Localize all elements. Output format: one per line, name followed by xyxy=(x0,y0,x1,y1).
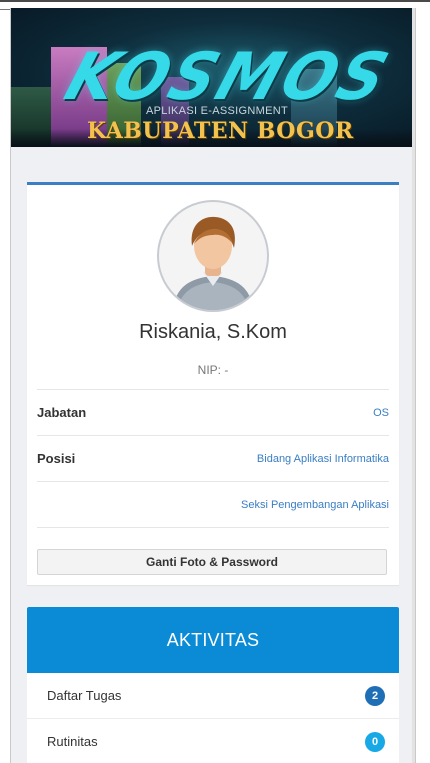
divider xyxy=(37,527,389,528)
header-banner: KOSMOS APLIKASI E-ASSIGNMENT KABUPATEN B… xyxy=(11,8,415,147)
activity-title: AKTIVITAS xyxy=(166,629,260,650)
user-name: Riskania, S.Kom xyxy=(139,321,287,343)
user-nip: NIP: - xyxy=(197,363,229,377)
activity-header: AKTIVITAS xyxy=(27,607,399,673)
field-label: Posisi xyxy=(37,451,76,466)
count-badge: 0 xyxy=(365,731,385,752)
avatar-person-icon xyxy=(173,216,253,310)
activity-item-label: Rutinitas xyxy=(47,734,98,749)
activity-item-rutinitas[interactable]: Rutinitas 0 xyxy=(27,719,399,763)
region-title: KABUPATEN BOGOR xyxy=(87,118,354,144)
activity-item-label: Daftar Tugas xyxy=(47,688,122,703)
app-logo: KOSMOS xyxy=(56,38,400,115)
change-photo-password-button[interactable]: Ganti Foto & Password xyxy=(37,549,387,575)
window-corner xyxy=(0,2,10,10)
field-value-link[interactable]: Bidang Aplikasi Informatika xyxy=(257,453,389,465)
app-frame: KOSMOS APLIKASI E-ASSIGNMENT KABUPATEN B… xyxy=(10,8,416,763)
scrollbar[interactable] xyxy=(412,8,415,763)
activity-panel: AKTIVITAS Daftar Tugas 2 Rutinitas 0 xyxy=(27,607,399,763)
window-top-border xyxy=(0,0,430,2)
activity-item-daftar-tugas[interactable]: Daftar Tugas 2 xyxy=(27,673,399,719)
field-value-link[interactable]: OS xyxy=(373,407,389,419)
profile-row-seksi: Seksi Pengembangan Aplikasi xyxy=(37,481,389,527)
profile-row-jabatan: Jabatan OS xyxy=(37,389,389,435)
profile-card: Riskania, S.Kom NIP: - Jabatan OS Posisi… xyxy=(27,182,399,585)
app-subtitle: APLIKASI E-ASSIGNMENT xyxy=(146,105,289,117)
field-value-link[interactable]: Seksi Pengembangan Aplikasi xyxy=(241,499,389,511)
field-label: Jabatan xyxy=(37,405,87,420)
user-avatar[interactable] xyxy=(157,200,269,312)
count-badge: 2 xyxy=(365,685,385,706)
profile-row-posisi: Posisi Bidang Aplikasi Informatika xyxy=(37,435,389,481)
